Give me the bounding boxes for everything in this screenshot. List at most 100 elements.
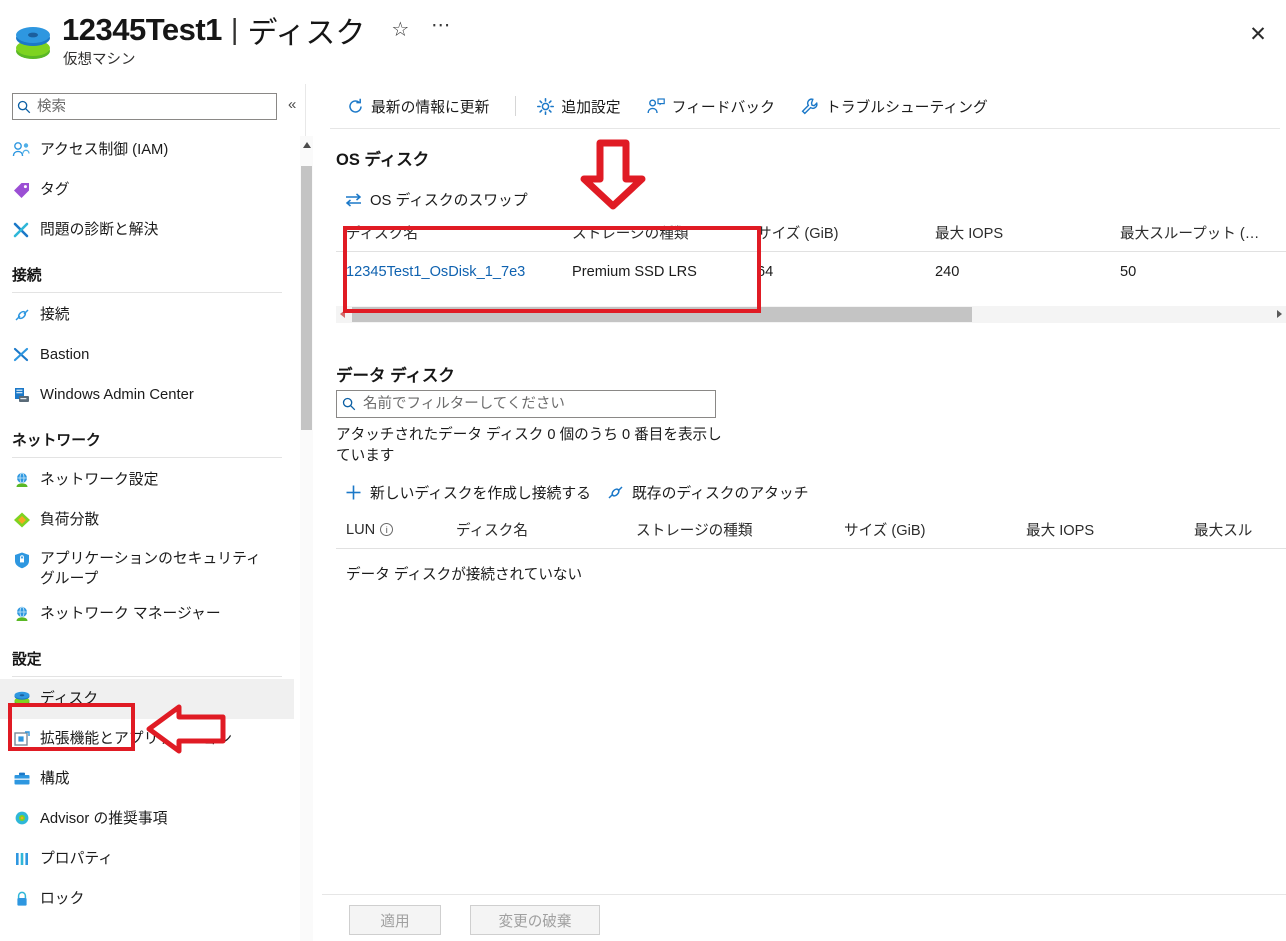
data-disk-count-text: アタッチされたデータ ディスク 0 個のうち 0 番目を表示しています — [336, 427, 722, 464]
sidebar-item-label: ロック — [40, 891, 85, 907]
os-disk-table-hscrollbar[interactable] — [336, 306, 1286, 323]
column-header-size[interactable]: サイズ (GiB) — [844, 519, 1026, 540]
disk-icon — [16, 27, 50, 59]
sidebar-item-diagnose[interactable]: 問題の診断と解決 — [0, 210, 294, 250]
sidebar-item-load-balancing[interactable]: 負荷分散 — [0, 500, 294, 540]
data-disk-filter[interactable] — [336, 390, 716, 418]
sidebar-item-label: アクセス制御 (IAM) — [40, 142, 169, 158]
troubleshooting-button[interactable]: トラブルシューティング — [797, 96, 988, 117]
sidebar-item-access-control[interactable]: アクセス制御 (IAM) — [0, 130, 294, 170]
sidebar-item-network-settings[interactable]: ネットワーク設定 — [0, 460, 294, 500]
attach-existing-disk-label: 既存のディスクのアタッチ — [632, 486, 809, 502]
divider — [12, 457, 282, 458]
plus-icon — [340, 484, 366, 501]
diagnose-icon — [12, 219, 40, 241]
sidebar-item-bastion[interactable]: Bastion — [0, 335, 294, 375]
close-icon[interactable]: ✕ — [1242, 18, 1274, 50]
additional-settings-label: 追加設定 — [561, 99, 621, 116]
blade-content: 最新の情報に更新 追加設定 フィードバック トラブルシューティング OS ディス… — [322, 84, 1286, 941]
search-icon — [337, 397, 361, 411]
data-disk-filter-input[interactable] — [361, 395, 706, 413]
sidebar-item-locks[interactable]: ロック — [0, 879, 294, 919]
sidebar-group-network: ネットワーク — [12, 433, 101, 449]
sidebar-item-app-security-group[interactable]: アプリケーションのセキュリティ グループ — [0, 540, 294, 594]
chevron-double-left-icon[interactable]: « — [288, 97, 296, 112]
sidebar-item-label: 構成 — [40, 771, 70, 787]
cell-size: 64 — [757, 264, 774, 280]
column-header-size[interactable]: サイズ (GiB) — [757, 222, 935, 243]
data-disk-section-title: データ ディスク — [336, 367, 455, 385]
sidebar-item-label: プロパティ — [40, 851, 114, 867]
apply-button[interactable]: 適用 — [349, 905, 441, 935]
page-title: 12345Test1 | ディスク ☆ ⋯ — [62, 8, 452, 52]
sidebar-item-disks[interactable]: ディスク — [0, 679, 294, 719]
cell-disk-name[interactable]: 12345Test1_OsDisk_1_7e3 — [336, 264, 572, 280]
search-icon — [13, 100, 35, 114]
cell-max-throughput: 50 — [1120, 264, 1137, 280]
feedback-button[interactable]: フィードバック — [643, 96, 775, 117]
column-header-lun[interactable]: LUN i — [336, 522, 456, 538]
sidebar-item-windows-admin-center[interactable]: Windows Admin Center — [0, 375, 294, 415]
swap-icon — [340, 192, 366, 208]
gear-icon — [532, 97, 558, 115]
sidebar-item-tags[interactable]: タグ — [0, 170, 294, 210]
tag-icon — [12, 179, 40, 201]
windows-admin-center-icon — [12, 384, 40, 406]
sidebar-group-settings: 設定 — [12, 652, 42, 668]
sidebar-item-label: ネットワーク マネージャー — [40, 606, 221, 622]
star-icon[interactable]: ☆ — [391, 20, 409, 40]
sidebar-item-configuration[interactable]: 構成 — [0, 759, 294, 799]
os-disk-table-hscrollbar-thumb[interactable] — [352, 307, 972, 322]
ellipsis-icon[interactable]: ⋯ — [431, 16, 452, 35]
column-header-max-iops[interactable]: 最大 IOPS — [935, 222, 1120, 243]
column-header-disk-name[interactable]: ディスク名 — [456, 519, 636, 540]
cell-storage-type: Premium SSD LRS — [572, 264, 697, 280]
attach-icon — [602, 484, 628, 501]
divider — [12, 292, 282, 293]
disk-name-link[interactable]: 12345Test1_OsDisk_1_7e3 — [346, 264, 525, 280]
network-settings-icon — [12, 469, 40, 491]
additional-settings-button[interactable]: 追加設定 — [532, 96, 621, 117]
column-header-max-throughput[interactable]: 最大スループット (… — [1120, 222, 1280, 243]
table-header-row: ディスク名 ストレージの種類 サイズ (GiB) 最大 IOPS 最大スループッ… — [336, 214, 1286, 252]
sidebar-search[interactable] — [12, 93, 277, 120]
attach-existing-disk-button[interactable]: 既存のディスクのアタッチ — [602, 482, 809, 503]
scroll-up-arrow-icon[interactable] — [303, 142, 311, 148]
advisor-icon — [12, 808, 40, 830]
column-header-storage-type[interactable]: ストレージの種類 — [636, 519, 844, 540]
column-header-max-throughput[interactable]: 最大スル — [1194, 519, 1284, 540]
sidebar-item-connect[interactable]: 接続 — [0, 295, 294, 335]
azure-portal-disks-blade: 12345Test1 | ディスク ☆ ⋯ 仮想マシン ✕ « アクセス制御 (… — [0, 0, 1286, 941]
scroll-left-arrow-icon[interactable] — [340, 310, 345, 318]
os-disk-section-title: OS ディスク — [336, 151, 430, 169]
title-separator: | — [230, 13, 239, 46]
table-header-row: LUN i ディスク名 ストレージの種類 サイズ (GiB) 最大 IOPS 最大… — [336, 511, 1286, 549]
sidebar-item-label: アプリケーションのセキュリティ グループ — [40, 551, 261, 587]
sidebar-scrollbar-thumb[interactable] — [301, 166, 312, 430]
sidebar-item-properties[interactable]: プロパティ — [0, 839, 294, 879]
info-icon[interactable]: i — [380, 522, 394, 536]
search-input[interactable] — [35, 97, 259, 116]
blade-header: 12345Test1 | ディスク ☆ ⋯ 仮想マシン ✕ — [0, 0, 1286, 84]
table-row[interactable]: 12345Test1_OsDisk_1_7e3 Premium SSD LRS … — [336, 252, 1286, 292]
data-disk-empty-message: データ ディスクが接続されていない — [346, 567, 583, 583]
create-and-attach-disk-button[interactable]: 新しいディスクを作成し接続する — [340, 482, 591, 503]
sidebar-nav: アクセス制御 (IAM) タグ 問題の診断と解決 接続 接続 Bastion W… — [0, 130, 294, 941]
sidebar-item-advisor[interactable]: Advisor の推奨事項 — [0, 799, 294, 839]
cell-max-iops: 240 — [935, 264, 960, 280]
connect-icon — [12, 304, 40, 326]
discard-changes-button[interactable]: 変更の破棄 — [470, 905, 600, 935]
refresh-icon — [342, 98, 368, 115]
column-header-storage-type[interactable]: ストレージの種類 — [572, 222, 757, 243]
scroll-right-arrow-icon[interactable] — [1277, 310, 1282, 318]
divider — [330, 128, 1280, 129]
wrench-icon — [797, 97, 823, 115]
swap-os-disk-button[interactable]: OS ディスクのスワップ — [340, 189, 528, 210]
sidebar-item-extensions[interactable]: 拡張機能とアプリケーション — [0, 719, 294, 759]
sidebar-item-network-manager[interactable]: ネットワーク マネージャー — [0, 594, 294, 634]
load-balancing-icon — [12, 509, 40, 531]
column-header-disk-name[interactable]: ディスク名 — [336, 222, 572, 243]
column-header-lun-label: LUN — [346, 521, 376, 538]
column-header-max-iops[interactable]: 最大 IOPS — [1026, 519, 1194, 540]
refresh-button[interactable]: 最新の情報に更新 — [342, 96, 489, 117]
